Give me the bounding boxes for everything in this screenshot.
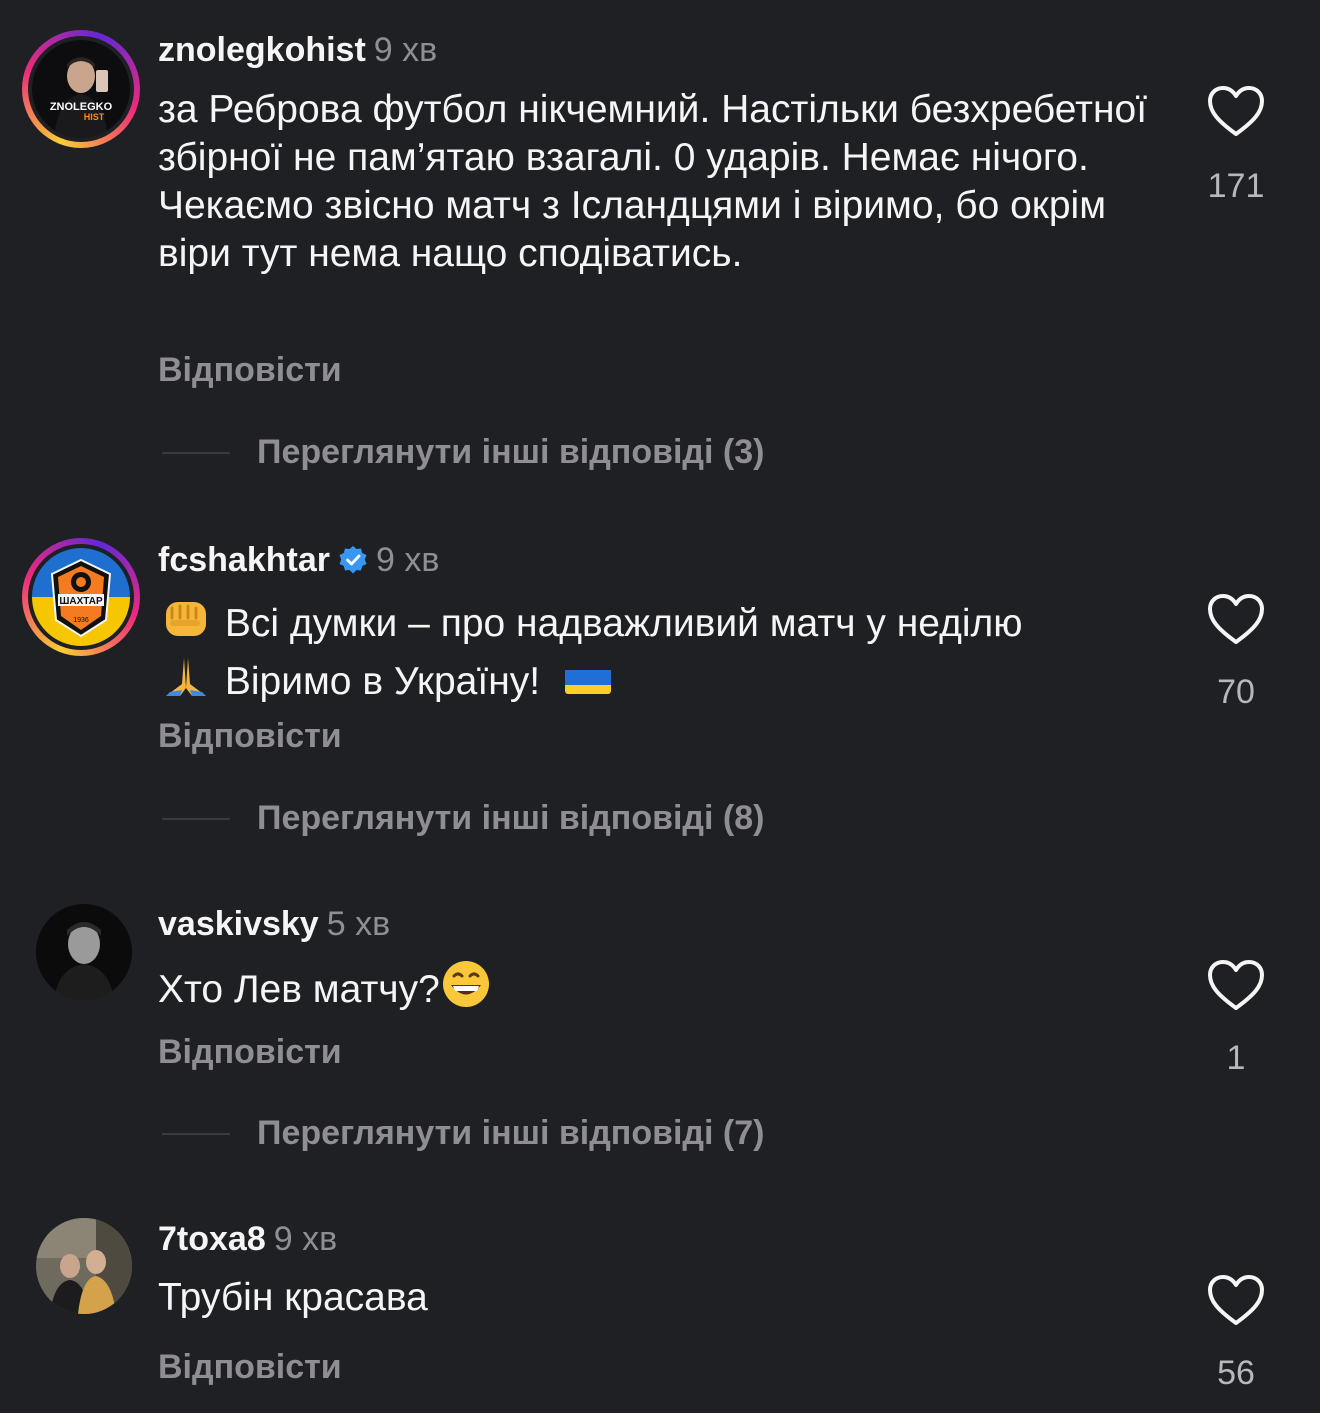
oncoming-fist-emoji xyxy=(158,596,214,654)
ukraine-flag-emoji xyxy=(564,664,611,694)
heart-icon[interactable] xyxy=(1206,1273,1266,1327)
comment-text: Трубін красава xyxy=(158,1276,428,1319)
reply-button[interactable]: Відповісти xyxy=(158,1347,342,1387)
avatar-story-ring[interactable]: ZNOLEGKO HIST xyxy=(22,30,140,148)
username[interactable]: fcshakhtar xyxy=(158,541,330,579)
comment-text: Хто Лев матчу? xyxy=(158,958,1168,1020)
comment-text: за Реброва футбол нікчемний. Настільки б… xyxy=(158,88,1148,275)
view-more-replies[interactable]: Переглянути інші відповіді (8) xyxy=(162,798,862,838)
svg-text:HIST: HIST xyxy=(84,112,105,122)
avatar-story-ring[interactable]: ШАХТАР 1936 xyxy=(22,538,140,656)
replies-divider xyxy=(162,818,230,820)
timestamp: 9 хв xyxy=(375,541,440,579)
heart-icon[interactable] xyxy=(1206,592,1266,646)
comment-text-line1: Всі думки – про надважливий матч у неділ… xyxy=(224,602,1023,645)
view-more-replies[interactable]: Переглянути інші відповіді (3) xyxy=(162,432,862,472)
heart-icon[interactable] xyxy=(1206,84,1266,138)
heart-icon[interactable] xyxy=(1206,958,1266,1012)
timestamp: 5 хв xyxy=(326,905,391,943)
comment-text: Всі думки – про надважливий матч у неділ… xyxy=(158,596,1168,712)
view-more-replies-label[interactable]: Переглянути інші відповіді (8) xyxy=(257,798,764,838)
reply-button[interactable]: Відповісти xyxy=(158,716,342,756)
view-more-replies-label[interactable]: Переглянути інші відповіді (3) xyxy=(257,432,764,472)
like-count[interactable]: 1 xyxy=(1186,1038,1286,1078)
grinning-face-emoji xyxy=(440,958,492,1020)
svg-text:ШАХТАР: ШАХТАР xyxy=(59,596,103,607)
comment-text-body: Хто Лев матчу? xyxy=(158,968,440,1011)
folded-hands-emoji xyxy=(158,654,214,712)
replies-divider xyxy=(162,452,230,454)
verified-badge-icon xyxy=(338,544,368,574)
timestamp: 9 хв xyxy=(373,31,438,69)
reply-button[interactable]: Відповісти xyxy=(158,1032,342,1072)
avatar[interactable] xyxy=(36,1218,132,1314)
comment-text-line2: Віримо в Україну! xyxy=(224,660,541,703)
svg-text:1936: 1936 xyxy=(73,617,89,624)
avatar[interactable] xyxy=(36,904,132,1000)
reply-button[interactable]: Відповісти xyxy=(158,350,342,390)
view-more-replies[interactable]: Переглянути інші відповіді (7) xyxy=(162,1113,862,1153)
username[interactable]: vaskivsky xyxy=(158,905,319,943)
like-count[interactable]: 56 xyxy=(1186,1353,1286,1393)
timestamp: 9 хв xyxy=(273,1220,338,1258)
like-count[interactable]: 70 xyxy=(1186,672,1286,712)
view-more-replies-label[interactable]: Переглянути інші відповіді (7) xyxy=(257,1113,764,1153)
like-count[interactable]: 171 xyxy=(1186,166,1286,206)
username[interactable]: znolegkohist xyxy=(158,31,366,69)
avatar: ШАХТАР 1936 xyxy=(32,548,130,646)
username[interactable]: 7toxa8 xyxy=(158,1220,266,1258)
replies-divider xyxy=(162,1133,230,1135)
avatar: ZNOLEGKO HIST xyxy=(32,40,130,138)
